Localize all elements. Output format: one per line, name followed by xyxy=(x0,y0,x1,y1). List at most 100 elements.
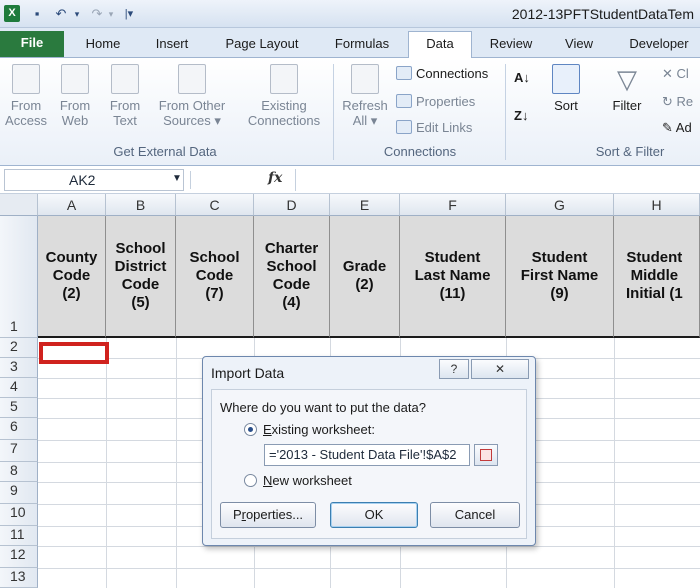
properties-ribbon-button[interactable]: Properties xyxy=(396,94,475,109)
redo-dropdown-icon[interactable]: ▾ xyxy=(106,5,116,23)
insert-function-icon[interactable]: fx xyxy=(268,170,282,186)
connections-icon xyxy=(396,66,412,80)
row-header-12[interactable]: 12 xyxy=(0,546,38,568)
column-header-g[interactable]: G xyxy=(506,194,614,216)
row-header-13[interactable]: 13 xyxy=(0,568,38,588)
title-bar: X ▪ ↶ ▾ ↷ ▾ |▾ 2012-13PFTStudentDataTem xyxy=(0,0,700,28)
redo-icon[interactable]: ↷ xyxy=(88,5,106,23)
properties-icon xyxy=(396,94,412,108)
header-cell-grade[interactable]: Grade (2) xyxy=(330,216,400,338)
selected-cell-a2[interactable] xyxy=(39,342,109,364)
row-header-11[interactable]: 11 xyxy=(0,526,38,546)
from-other-sources-button[interactable]: From Other Sources ▾ xyxy=(152,64,232,128)
row-header-5[interactable]: 5 xyxy=(0,398,38,418)
help-button[interactable]: ? xyxy=(439,359,469,379)
row-header-7[interactable]: 7 xyxy=(0,440,38,462)
from-text-button[interactable]: From Text xyxy=(102,64,148,128)
tab-file[interactable]: File xyxy=(0,31,64,57)
grid-line xyxy=(38,568,700,569)
filter-funnel-icon: ▽ xyxy=(617,64,637,94)
new-worksheet-label[interactable]: New worksheet xyxy=(263,473,352,488)
clear-button[interactable]: ✕ Cl xyxy=(662,66,689,82)
tab-home[interactable]: Home xyxy=(72,32,134,58)
row-header-3[interactable]: 3 xyxy=(0,358,38,378)
name-box[interactable]: AK2 xyxy=(4,169,184,191)
tab-formulas[interactable]: Formulas xyxy=(322,32,402,58)
connections-button[interactable]: Connections xyxy=(396,66,488,81)
from-web-button[interactable]: From Web xyxy=(52,64,98,128)
tab-insert[interactable]: Insert xyxy=(140,32,204,58)
row-header-9[interactable]: 9 xyxy=(0,482,38,504)
from-access-button[interactable]: From Access xyxy=(2,64,50,128)
row-header-2[interactable]: 2 xyxy=(0,338,38,358)
customize-toolbar-icon[interactable]: |▾ xyxy=(122,5,136,23)
row-header-1[interactable]: 1 xyxy=(0,216,38,338)
properties-button[interactable]: Properties... xyxy=(220,502,316,528)
header-cell-student-middle-initial[interactable]: Student Middle Initial (1 xyxy=(614,216,700,338)
header-cell-charter-school-code[interactable]: Charter School Code (4) xyxy=(254,216,330,338)
header-cell-student-first-name[interactable]: Student First Name (9) xyxy=(506,216,614,338)
clear-icon: ✕ xyxy=(662,66,677,81)
header-cell-county-code[interactable]: County Code (2) xyxy=(38,216,106,338)
dialog-body: Where do you want to put the data? Exist… xyxy=(211,389,527,539)
new-worksheet-radio[interactable] xyxy=(244,474,257,487)
existing-connections-button[interactable]: Existing Connections xyxy=(242,64,326,128)
group-separator xyxy=(505,64,506,160)
edit-links-icon xyxy=(396,120,412,134)
column-header-f[interactable]: F xyxy=(400,194,506,216)
access-icon xyxy=(12,64,40,94)
column-header-c[interactable]: C xyxy=(176,194,254,216)
edit-links-button[interactable]: Edit Links xyxy=(396,120,472,135)
header-cell-school-district-code[interactable]: School District Code (5) xyxy=(106,216,176,338)
tab-page-layout[interactable]: Page Layout xyxy=(212,32,312,58)
existing-worksheet-radio[interactable] xyxy=(244,423,257,436)
reapply-icon: ↻ xyxy=(662,94,677,109)
row-header-6[interactable]: 6 xyxy=(0,418,38,440)
filter-button[interactable]: ▽ Filter xyxy=(602,64,652,113)
column-header-d[interactable]: D xyxy=(254,194,330,216)
ok-button[interactable]: OK xyxy=(330,502,418,528)
cancel-button[interactable]: Cancel xyxy=(430,502,520,528)
row-header-8[interactable]: 8 xyxy=(0,462,38,482)
group-label-connections: Connections xyxy=(383,144,457,159)
column-header-h[interactable]: H xyxy=(614,194,700,216)
undo-dropdown-icon[interactable]: ▾ xyxy=(72,5,82,23)
destination-question: Where do you want to put the data? xyxy=(220,400,426,415)
import-data-dialog: Import Data ? ✕ Where do you want to put… xyxy=(202,356,536,546)
formula-input[interactable] xyxy=(295,169,697,191)
column-header-a[interactable]: A xyxy=(38,194,106,216)
range-select-icon xyxy=(480,449,492,461)
dialog-title: Import Data xyxy=(211,365,285,381)
save-icon[interactable]: ▪ xyxy=(28,5,46,23)
text-file-icon xyxy=(111,64,139,94)
sort-z-to-a-icon[interactable]: Z↓ xyxy=(514,108,528,123)
window-title: 2012-13PFTStudentDataTem xyxy=(511,6,694,22)
row-header-4[interactable]: 4 xyxy=(0,378,38,398)
column-header-b[interactable]: B xyxy=(106,194,176,216)
select-all-corner[interactable] xyxy=(0,194,38,216)
tab-review[interactable]: Review xyxy=(480,32,542,58)
tab-developer[interactable]: Developer xyxy=(618,32,700,58)
sort-button[interactable]: Sort xyxy=(544,64,588,113)
cell-reference-input[interactable]: ='2013 - Student Data File'!$A$2 xyxy=(264,444,470,466)
collapse-dialog-button[interactable] xyxy=(474,444,498,466)
existing-worksheet-label[interactable]: Existing worksheet: xyxy=(263,422,375,437)
row-header-10[interactable]: 10 xyxy=(0,504,38,526)
undo-icon[interactable]: ↶ xyxy=(52,5,70,23)
tab-view[interactable]: View xyxy=(552,32,606,58)
sort-a-to-z-icon[interactable]: A↓ xyxy=(514,70,530,85)
name-box-dropdown-icon[interactable]: ▼ xyxy=(172,173,182,184)
group-label-get-external-data: Get External Data xyxy=(113,144,217,159)
header-cell-student-last-name[interactable]: Student Last Name (11) xyxy=(400,216,506,338)
close-button[interactable]: ✕ xyxy=(471,359,529,379)
tab-data[interactable]: Data xyxy=(408,31,472,59)
reapply-button[interactable]: ↻ Re xyxy=(662,94,693,110)
advanced-filter-icon: ✎ xyxy=(662,120,676,135)
sort-icon xyxy=(552,64,580,94)
advanced-button[interactable]: ✎ Ad xyxy=(662,120,692,136)
header-cell-school-code[interactable]: School Code (7) xyxy=(176,216,254,338)
group-separator xyxy=(333,64,334,160)
refresh-all-button[interactable]: Refresh All ▾ xyxy=(338,64,392,128)
group-label-sort-filter: Sort & Filter xyxy=(595,144,665,159)
column-header-e[interactable]: E xyxy=(330,194,400,216)
